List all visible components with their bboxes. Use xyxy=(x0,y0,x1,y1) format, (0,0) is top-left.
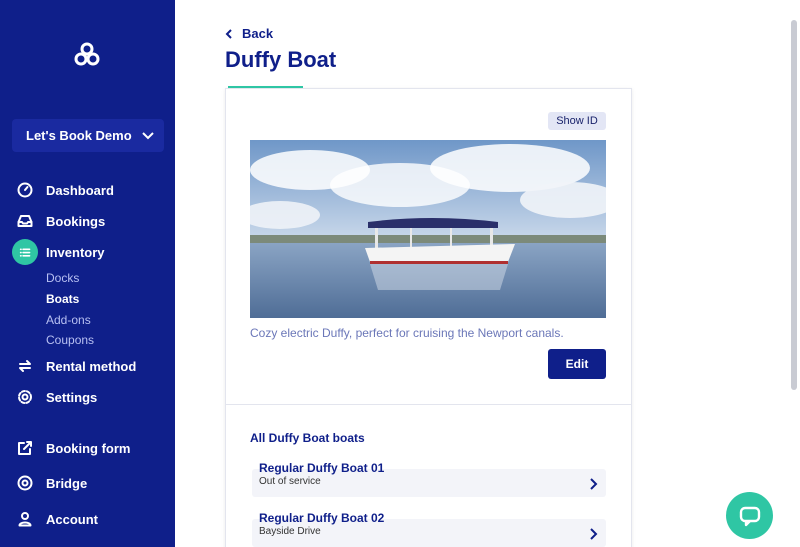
nav-booking-form-label: Booking form xyxy=(46,440,131,456)
nav-bookings-label: Bookings xyxy=(46,213,106,229)
app-logo-icon[interactable] xyxy=(72,40,102,70)
dashboard-gauge-icon xyxy=(15,180,35,200)
nav-bridge-label: Bridge xyxy=(46,475,88,491)
back-label: Back xyxy=(242,26,274,41)
scrollbar-thumb[interactable] xyxy=(791,20,797,390)
page-title: Duffy Boat xyxy=(225,47,337,72)
nav-inventory[interactable]: Inventory xyxy=(0,239,175,265)
edit-button[interactable]: Edit xyxy=(548,349,606,379)
chevron-right-icon xyxy=(589,477,598,490)
section-divider xyxy=(225,404,632,405)
active-tab-indicator xyxy=(228,86,303,88)
nav-dashboard[interactable]: Dashboard xyxy=(0,178,175,202)
nav-bridge[interactable]: Bridge xyxy=(0,471,175,495)
nav-inventory-label: Inventory xyxy=(46,244,105,260)
boat-status: Out of service xyxy=(259,476,321,487)
boat-photo xyxy=(250,140,606,318)
back-link[interactable]: Back xyxy=(224,26,273,41)
swap-arrows-icon xyxy=(15,356,35,376)
nav-settings[interactable]: Settings xyxy=(0,385,175,409)
nav-bookings[interactable]: Bookings xyxy=(0,209,175,233)
boat-name: Regular Duffy Boat 01 xyxy=(259,461,385,475)
nav-rental-method[interactable]: Rental method xyxy=(0,354,175,378)
inbox-icon xyxy=(15,211,35,231)
nav-rental-method-label: Rental method xyxy=(46,358,137,374)
show-id-button[interactable]: Show ID xyxy=(548,112,606,130)
subnav-docks[interactable]: Docks xyxy=(46,271,79,285)
subnav-boats[interactable]: Boats xyxy=(46,292,79,306)
subnav-addons[interactable]: Add-ons xyxy=(46,313,91,327)
chevron-left-icon xyxy=(225,28,232,39)
boat-description: Cozy electric Duffy, perfect for cruisin… xyxy=(250,326,564,340)
chevron-down-icon xyxy=(142,131,154,139)
subnav-coupons[interactable]: Coupons xyxy=(46,333,94,347)
chevron-right-icon xyxy=(589,527,598,540)
sidebar: Let's Book Demo Dashboard Bookings Inven… xyxy=(0,0,175,547)
chat-bubble-icon xyxy=(739,506,760,526)
nav-account[interactable]: Account xyxy=(0,507,175,531)
gear-icon xyxy=(15,387,35,407)
list-icon xyxy=(12,239,38,265)
globe-icon xyxy=(15,473,35,493)
boat-name: Regular Duffy Boat 02 xyxy=(259,511,385,525)
nav-dashboard-label: Dashboard xyxy=(46,182,114,198)
boat-list-item[interactable]: Regular Duffy Boat 02 Bayside Drive xyxy=(252,511,606,547)
boats-section-title: All Duffy Boat boats xyxy=(250,431,365,445)
boat-status: Bayside Drive xyxy=(259,526,321,537)
external-link-icon xyxy=(15,438,35,458)
help-chat-button[interactable] xyxy=(726,492,773,539)
organization-selector[interactable]: Let's Book Demo xyxy=(12,119,164,152)
organization-name: Let's Book Demo xyxy=(26,128,132,143)
nav-booking-form[interactable]: Booking form xyxy=(0,436,175,460)
boat-list-item[interactable]: Regular Duffy Boat 01 Out of service xyxy=(252,461,606,497)
nav-settings-label: Settings xyxy=(46,389,98,405)
user-icon xyxy=(15,509,35,529)
nav-account-label: Account xyxy=(46,511,98,527)
